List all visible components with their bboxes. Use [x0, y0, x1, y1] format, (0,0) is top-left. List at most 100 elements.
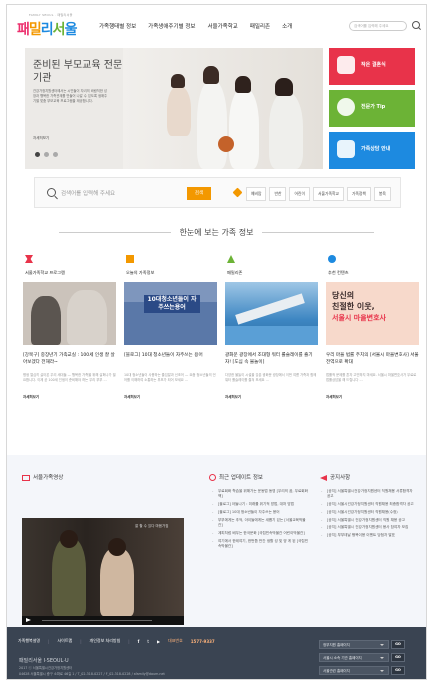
thumbnail-line: 당신의: [332, 291, 355, 300]
list-item[interactable]: 계피처럼 배우는 한국문화 [국립민속박물관 어린이박물관]: [211, 531, 309, 537]
list-item[interactable]: 무료회화 학습을 위해가는 운동법 동영 [우리의 꿈, 무료회화책]: [211, 489, 309, 500]
card-headline[interactable]: 광화문 광장에서 조대형 워터 롤슬레이를 즐기자! [도심 속 물놀이]: [225, 352, 318, 366]
card-more-link[interactable]: 자세히보기: [326, 395, 342, 400]
triangle-icon: [227, 255, 235, 263]
gov-sites-select[interactable]: 정부지원 홈페이지: [319, 640, 389, 649]
updates-list: 무료회화 학습을 위해가는 운동법 동영 [우리의 꿈, 무료회화책] [블로그…: [211, 489, 309, 552]
play-icon[interactable]: [26, 618, 31, 622]
card-thumbnail[interactable]: 10대청소년들이 자주쓰는용어: [124, 282, 217, 345]
family-member: [235, 76, 251, 93]
facebook-icon[interactable]: f: [138, 639, 140, 644]
tag-link[interactable]: 가족정책: [346, 187, 371, 201]
quick-link-family-counseling[interactable]: 가족상담 안내: [329, 132, 415, 169]
list-item[interactable]: [공지] 서울시건강가정지원센터 직원채용 최종합격자 공고: [320, 502, 416, 508]
seoul-agency-go-button[interactable]: GO: [391, 653, 405, 662]
monitor-icon: [22, 474, 30, 481]
carousel-dot[interactable]: [44, 152, 49, 157]
card-summary: 평생 열심히 살아온 우리 세대들 — 행복한 가족을 위해 살펴나가 필요합니…: [23, 373, 116, 383]
quick-link-small-wedding[interactable]: 작은 결혼식: [329, 48, 415, 85]
footer-tel-label: 대표번호: [168, 638, 183, 643]
card-summary: 법률적 문제를 혼자 고민하지 마세요. 서울시 마을변호사가 무료로 법률상담…: [326, 373, 417, 383]
card-headline[interactable]: 우리 마을 법률 주치의 [서울시 마을변호사] 서울 전역으로 확대: [326, 352, 419, 366]
hero-title: 준비된 부모교육 전문기관: [33, 60, 123, 84]
header-search-input[interactable]: 검색어를 입력해 주세요: [349, 21, 407, 31]
search-button[interactable]: 검색: [187, 187, 211, 200]
twitter-icon[interactable]: t: [147, 639, 149, 644]
main-nav: 가족행태별 정보 가족생애주기별 정보 서울가족학교 패밀리존 소개: [99, 22, 292, 30]
main-search-input[interactable]: 검색어를 입력해 주세요: [61, 189, 115, 197]
logo-char: 울: [64, 22, 78, 38]
nav-item-about[interactable]: 소개: [282, 22, 292, 30]
family-member: [203, 66, 219, 84]
quick-link-label: 전문가 Tip: [361, 104, 386, 110]
carousel-dot[interactable]: [35, 152, 40, 157]
nav-item-lifecycle[interactable]: 가족생애주기별 정보: [148, 22, 195, 30]
thumbnail-caption: 10대청소년들이 자주쓰는용어: [144, 295, 200, 313]
list-item[interactable]: [공지] 서울특별시 건강가정지원센터 직원 채용 공고: [320, 518, 416, 524]
gov-sites-go-button[interactable]: GO: [391, 640, 405, 649]
hero-banner[interactable]: 준비된 부모교육 전문기관 건강가정지원센터에서는 시민들이 자녀의 바람직한 …: [25, 48, 323, 169]
card-headline[interactable]: [강북구] 중장년기 가족교실 : 100세 인생 잘 살아보겠다 전해라~: [23, 352, 116, 366]
wedding-icon: [337, 56, 355, 74]
seoul-agency-select[interactable]: 서울시 소속 기관 홈페이지: [319, 653, 389, 662]
card-thumbnail[interactable]: [225, 282, 318, 345]
footer-link[interactable]: 가족행복설명: [18, 638, 40, 644]
video-progress[interactable]: [42, 620, 152, 621]
card-category: 오늘의 가족정보: [126, 270, 155, 275]
tag-link[interactable]: 어린이: [289, 187, 310, 201]
card-more-link[interactable]: 자세히보기: [124, 395, 140, 400]
search-icon[interactable]: [412, 21, 420, 29]
hero-more-link[interactable]: 자세히보기: [33, 136, 49, 141]
seoul-related-go-button[interactable]: GO: [391, 666, 405, 675]
card-thumbnail[interactable]: [23, 282, 116, 345]
carousel-dots: [35, 152, 58, 157]
video-controls: [22, 616, 184, 625]
carousel-dot[interactable]: [53, 152, 58, 157]
nav-item-family-zone[interactable]: 패밀리존: [250, 22, 270, 30]
seoul-related-select[interactable]: 서울관련 홈페이지: [319, 666, 389, 675]
hero-photo: [123, 48, 323, 169]
list-item[interactable]: [공지] 서울시건강가정지원센터 직원채용(수정): [320, 510, 416, 516]
tag-link[interactable]: 봉육: [373, 187, 391, 201]
megaphone-icon: [320, 474, 327, 481]
updates-title-text: 최근 업데이트 정보: [219, 475, 263, 481]
nav-item-family-school[interactable]: 서울가족학교: [207, 22, 237, 30]
square-icon: [126, 255, 134, 263]
list-item[interactable]: 여기에서 한테여기, 한번쯤 반간 생활 성 및 양 게 된 [국립민속박물관]: [211, 539, 309, 550]
quick-link-label: 작은 결혼식: [361, 62, 386, 68]
video-caption: 잘 할 수 있다 마음가짐: [135, 524, 169, 528]
site-footer: 가족행복설명 | 사이트맵 | 개인정보 처리방침 | f t ▶ 대표번호 1…: [7, 627, 426, 679]
video-player[interactable]: 잘 할 수 있다 마음가짐: [22, 518, 184, 625]
card-summary: 다양한 물놀이 시설을 갖춘 광화문 광장에서 이번 여름 가족과 함께 워터 …: [225, 373, 317, 383]
tag-link[interactable]: 예비맘: [246, 187, 267, 201]
card-more-link[interactable]: 자세히보기: [225, 395, 241, 400]
tag-icon: [232, 187, 243, 198]
footer-link[interactable]: 사이트맵: [57, 638, 72, 644]
list-item[interactable]: [공지] 서울특별시건강가정지원센터 직원채용 서류합격자 공고: [320, 489, 416, 500]
family-member: [167, 86, 191, 136]
youtube-icon[interactable]: ▶: [157, 639, 160, 644]
card-category: 추천 컨텐츠: [328, 270, 349, 275]
card-thumbnail[interactable]: 당신의 친절한 이웃, 서울시 마을변호사: [326, 282, 419, 345]
card-more-link[interactable]: 자세히보기: [23, 395, 39, 400]
logo-tagline: FAMILY SEOUL · 패밀리서울: [29, 13, 73, 17]
notices-title-text: 공지사항: [330, 475, 351, 481]
family-member: [269, 92, 303, 169]
site-logo[interactable]: FAMILY SEOUL · 패밀리서울 패밀리서울: [17, 13, 81, 39]
tag-link[interactable]: 서울가족학교: [312, 187, 344, 201]
tag-link[interactable]: 반찬: [269, 187, 287, 201]
list-item[interactable]: 부부에게는 추억, 아이들에게는 새롭기 있는 [서울교육박물관]: [211, 518, 309, 529]
page-frame: FAMILY SEOUL · 패밀리서울 패밀리서울 가족행태별 정보 가족생애…: [6, 4, 427, 680]
card-headline[interactable]: [블로그] 10대 청소년들이 자주쓰는 용어: [124, 352, 217, 359]
list-item[interactable]: [블로그] 10대 청소년들이 자주쓰는 용어: [211, 510, 309, 516]
footer-link[interactable]: 개인정보 처리방침: [90, 638, 121, 644]
section-title: 한눈에 보는 가족 정보: [7, 227, 426, 238]
video-title-text: 서울가족영상: [33, 475, 64, 481]
list-item[interactable]: [블로그] 아들나기 : 미래를 위기적 방법, 대처 방법: [211, 502, 309, 508]
list-item[interactable]: [공지] 서울특별시 건강가정지원센터 봉사 참여자 모집: [320, 525, 416, 531]
quick-link-expert-tip[interactable]: 전문가 Tip: [329, 90, 415, 127]
nav-item-family-type[interactable]: 가족행태별 정보: [99, 22, 136, 30]
flag-icon: [25, 255, 33, 263]
search-icon: [47, 188, 56, 197]
list-item[interactable]: [공지] 부부데날 행복이용 이벤트 당첨자 발표: [320, 533, 416, 539]
